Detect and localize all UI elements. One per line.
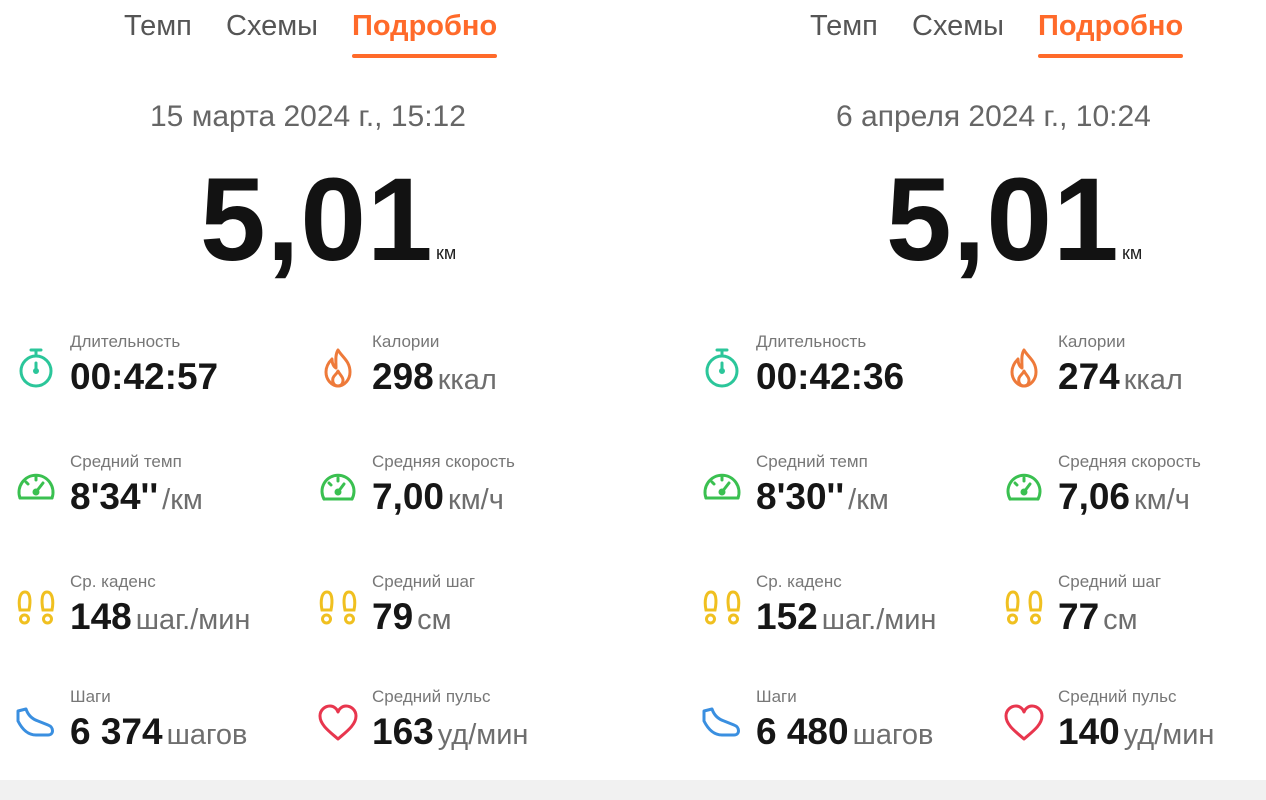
- stat-unit: км/ч: [448, 484, 504, 516]
- flame-icon: [316, 346, 360, 390]
- stat-label: Ср. каденс: [70, 572, 156, 591]
- bottom-bar: [0, 780, 1266, 800]
- stat-duration: Длительность 00:42:57: [14, 332, 314, 432]
- stat-steps: Шаги 6 480 шагов: [700, 687, 1000, 787]
- stat-label: Средний пульс: [1058, 687, 1177, 706]
- stat-unit: см: [1103, 604, 1138, 636]
- stat-value: 163: [372, 711, 434, 752]
- stat-value: 77: [1058, 596, 1100, 637]
- stat-avg-speed: Средняя скорость 7,06 км/ч: [1002, 452, 1266, 552]
- stat-label: Средний темп: [70, 452, 182, 471]
- stat-value: 274: [1058, 356, 1120, 397]
- stat-value: 8'34'': [70, 476, 159, 517]
- stat-avg-stride: Средний шаг 77 см: [1002, 572, 1266, 672]
- workout-date: 15 марта 2024 г., 15:12: [150, 100, 466, 133]
- stat-duration: Длительность 00:42:36: [700, 332, 1000, 432]
- stat-avg-heart-rate: Средний пульс 163 уд/мин: [316, 687, 616, 787]
- speedometer-icon: [14, 466, 58, 510]
- stat-unit: см: [417, 604, 452, 636]
- stat-label: Калории: [372, 332, 440, 351]
- shoe-icon: [700, 701, 744, 745]
- stat-label: Средний пульс: [372, 687, 491, 706]
- stat-value: 152: [756, 596, 818, 637]
- stat-unit: /км: [162, 484, 203, 516]
- stat-unit: ккал: [437, 364, 497, 396]
- stat-label: Средняя скорость: [1058, 452, 1201, 471]
- stat-steps: Шаги 6 374 шагов: [14, 687, 314, 787]
- tab-pace[interactable]: Темп: [124, 10, 192, 43]
- flame-icon: [1002, 346, 1046, 390]
- tab-charts[interactable]: Схемы: [912, 10, 1004, 43]
- footprints-icon: [14, 586, 58, 630]
- stat-unit: шагов: [852, 719, 934, 751]
- shoe-icon: [14, 701, 58, 745]
- stat-label: Шаги: [70, 687, 111, 706]
- tab-pace[interactable]: Темп: [810, 10, 878, 43]
- stat-avg-pace: Средний темп 8'34''/км: [14, 452, 314, 552]
- stat-unit: /км: [848, 484, 889, 516]
- stopwatch-icon: [700, 346, 744, 390]
- stat-avg-pace: Средний темп 8'30''/км: [700, 452, 1000, 552]
- stat-label: Длительность: [756, 332, 867, 351]
- stat-label: Средний шаг: [1058, 572, 1162, 591]
- stat-unit: шагов: [166, 719, 248, 751]
- heart-icon: [1002, 701, 1046, 745]
- stopwatch-icon: [14, 346, 58, 390]
- stat-value: 00:42:36: [756, 356, 905, 397]
- stat-cadence: Ср. каденс 152 шаг./мин: [700, 572, 1000, 672]
- stat-unit: уд/мин: [1123, 719, 1215, 751]
- stat-label: Длительность: [70, 332, 181, 351]
- tab-details[interactable]: Подробно: [1038, 10, 1184, 58]
- stat-value: 148: [70, 596, 132, 637]
- footprints-icon: [316, 586, 360, 630]
- stat-value: 298: [372, 356, 434, 397]
- stat-unit: шаг./мин: [821, 604, 937, 636]
- distance-value: 5,01: [200, 154, 434, 286]
- stat-calories: Калории 298 ккал: [316, 332, 616, 432]
- stat-value: 79: [372, 596, 414, 637]
- footprints-icon: [700, 586, 744, 630]
- stat-value: 6 480: [756, 711, 849, 752]
- tab-charts[interactable]: Схемы: [226, 10, 318, 43]
- stat-label: Калории: [1058, 332, 1126, 351]
- stat-value: 140: [1058, 711, 1120, 752]
- stat-label: Ср. каденс: [756, 572, 842, 591]
- stat-value: 8'30'': [756, 476, 845, 517]
- tab-details[interactable]: Подробно: [352, 10, 498, 58]
- stat-unit: уд/мин: [437, 719, 529, 751]
- stat-unit: км/ч: [1134, 484, 1190, 516]
- speedometer-icon: [700, 466, 744, 510]
- stat-label: Средний темп: [756, 452, 868, 471]
- distance-unit: км: [1122, 243, 1143, 263]
- footprints-icon: [1002, 586, 1046, 630]
- stat-value: 6 374: [70, 711, 163, 752]
- workout-date: 6 апреля 2024 г., 10:24: [836, 100, 1151, 133]
- stat-label: Средний шаг: [372, 572, 476, 591]
- stat-calories: Калории 274 ккал: [1002, 332, 1266, 432]
- distance-value: 5,01: [886, 154, 1120, 286]
- stat-value: 7,06: [1058, 476, 1131, 517]
- distance-unit: км: [436, 243, 457, 263]
- stat-value: 7,00: [372, 476, 445, 517]
- speedometer-icon: [316, 466, 360, 510]
- workout-panel-right: Темп Схемы Подробно 6 апреля 2024 г., 10…: [686, 0, 1266, 780]
- heart-icon: [316, 701, 360, 745]
- workout-panel-left: Темп Схемы Подробно 15 марта 2024 г., 15…: [0, 0, 633, 780]
- stat-value: 00:42:57: [70, 356, 219, 397]
- stat-avg-speed: Средняя скорость 7,00 км/ч: [316, 452, 616, 552]
- stat-label: Средняя скорость: [372, 452, 515, 471]
- stat-cadence: Ср. каденс 148 шаг./мин: [14, 572, 314, 672]
- stat-unit: шаг./мин: [135, 604, 251, 636]
- stat-label: Шаги: [756, 687, 797, 706]
- speedometer-icon: [1002, 466, 1046, 510]
- stat-unit: ккал: [1123, 364, 1183, 396]
- stat-avg-stride: Средний шаг 79 см: [316, 572, 616, 672]
- stat-avg-heart-rate: Средний пульс 140 уд/мин: [1002, 687, 1266, 787]
